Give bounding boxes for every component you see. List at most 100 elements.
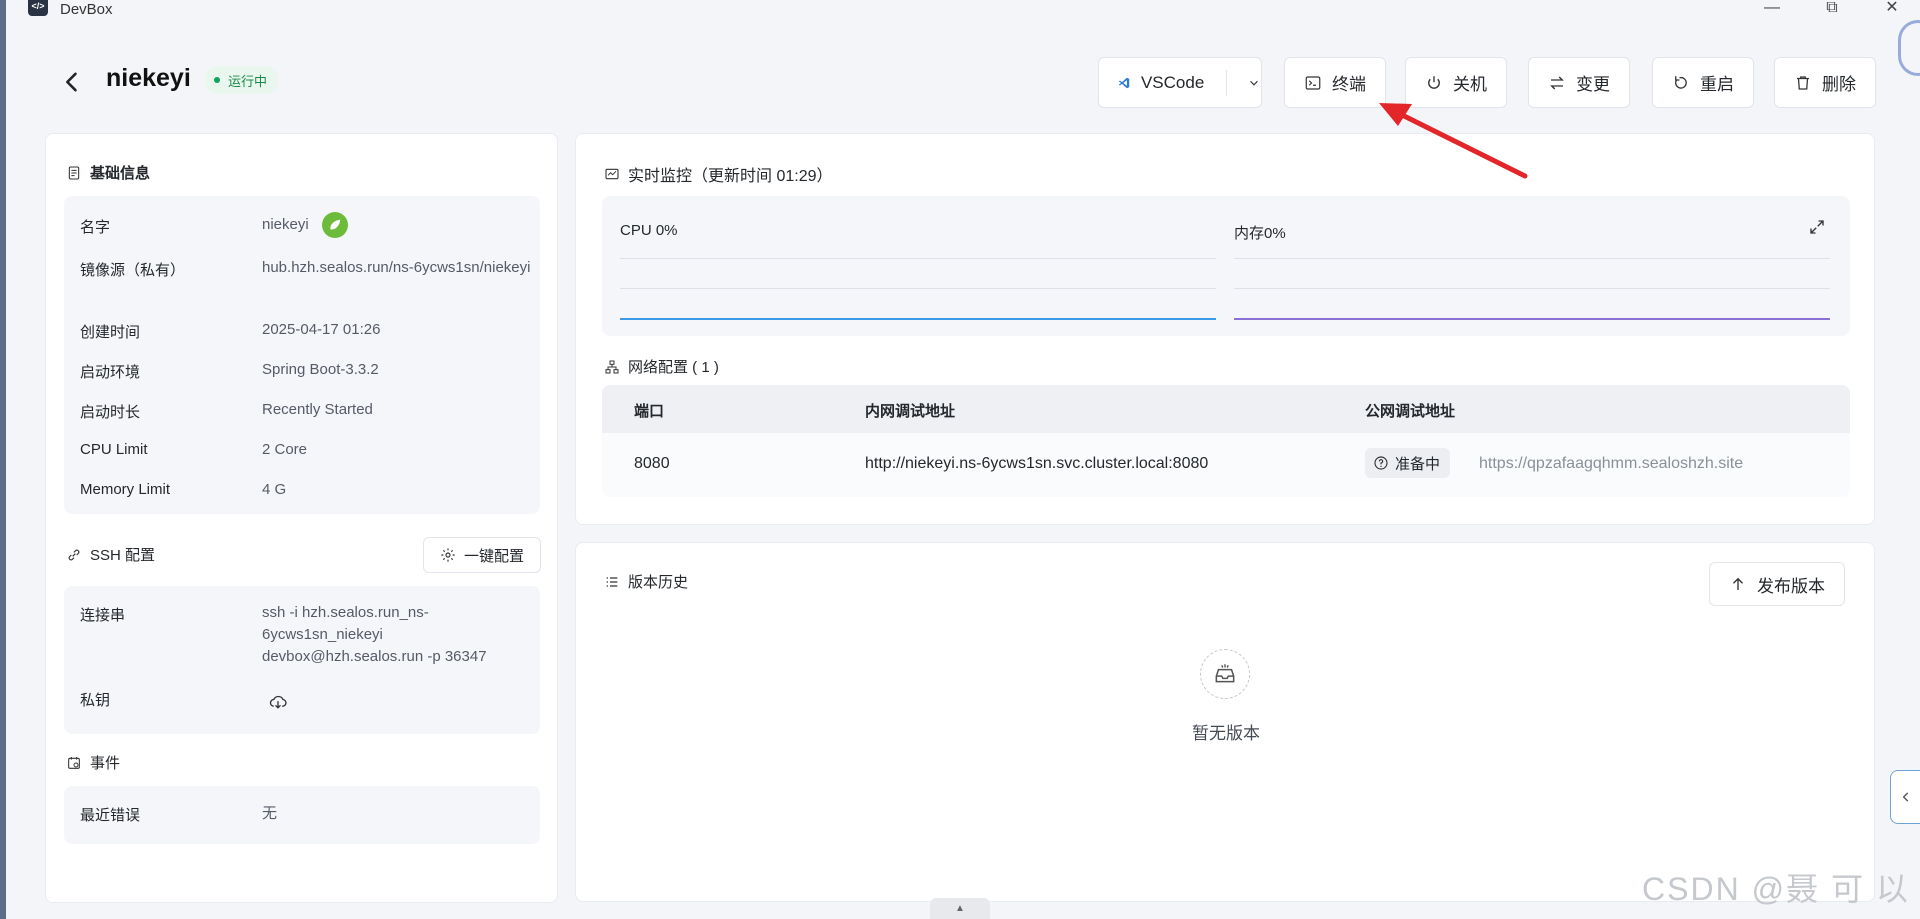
one-click-config-label: 一键配置 (463, 547, 524, 565)
basic-info-title: 基础信息 (66, 162, 150, 183)
page-title: niekeyi (106, 64, 191, 92)
change-button[interactable]: 变更 (1528, 57, 1630, 108)
version-history-title: 版本历史 (604, 571, 688, 592)
network-title: 网络配置 ( 1 ) (604, 356, 719, 377)
calendar-icon (68, 756, 80, 769)
chevron-left-icon (66, 72, 77, 92)
pending-status-text: 准备中 (1395, 455, 1441, 473)
connection-string-value[interactable]: ssh -i hzh.sealos.run_ns-6ycws1sn_niekey… (262, 602, 532, 668)
back-button[interactable] (58, 68, 86, 96)
events-info-box: 最近错误 无 (64, 786, 540, 844)
port-header: 端口 (634, 403, 665, 420)
info-panel: 基础信息 名字 niekeyi 镜像源（私有） hub.hzh.sealos.r… (45, 133, 558, 903)
network-icon (605, 360, 619, 373)
network-table-header: 端口 内网调试地址 公网调试地址 (602, 385, 1850, 433)
empty-state-text: 暂无版本 (1192, 724, 1260, 743)
app-title: DevBox (60, 1, 113, 18)
public-address-link[interactable]: https://qpzafaagqhmm.sealoshzh.site (1479, 455, 1743, 473)
internal-address-value[interactable]: http://niekeyi.ns-6ycws1sn.svc.cluster.l… (865, 455, 1208, 473)
help-circle-icon (1374, 456, 1388, 470)
cpu-gridline (620, 288, 1216, 289)
terminal-icon (1305, 75, 1321, 90)
trash-icon (1797, 75, 1809, 90)
port-value: 8080 (634, 455, 670, 472)
avatar[interactable] (1898, 20, 1920, 76)
connection-string-label: 连接串 (80, 607, 126, 624)
name-label: 名字 (80, 219, 111, 236)
network-title-text: 网络配置 ( 1 ) (628, 359, 719, 376)
env-label: 启动环境 (80, 364, 141, 381)
power-icon (1428, 75, 1440, 89)
terminal-label: 终端 (1332, 75, 1366, 94)
shutdown-label: 关机 (1453, 75, 1487, 94)
memory-limit-value: 4 G (262, 481, 287, 498)
memory-gridline (1234, 288, 1830, 289)
change-label: 变更 (1576, 75, 1610, 94)
document-icon (68, 165, 80, 180)
window-titlebar: </> DevBox — ⧉ ✕ (6, 0, 1920, 20)
basic-info-box: 名字 niekeyi 镜像源（私有） hub.hzh.sealos.run/ns… (64, 196, 540, 514)
memory-gridline (1234, 258, 1830, 259)
recent-error-label: 最近错误 (80, 807, 141, 824)
watermark-text: CSDN @聂 可 以 (1642, 871, 1910, 907)
version-history-label: 版本历史 (628, 574, 689, 591)
memory-chart-label: 内存0% (1234, 225, 1286, 242)
network-table: 端口 内网调试地址 公网调试地址 8080 http://niekeyi.ns-… (602, 385, 1850, 497)
ssh-label: SSH 配置 (90, 547, 156, 564)
public-address-header: 公网调试地址 (1365, 403, 1456, 420)
cloud-download-icon[interactable] (268, 692, 288, 716)
devbox-app-icon: </> (28, 0, 48, 16)
created-value: 2025-04-17 01:26 (262, 321, 381, 338)
monitor-panel: 实时监控（更新时间 01:29） CPU 0% 内存0% 网络配置 ( 1 ) … (575, 133, 1875, 525)
status-dot (214, 77, 220, 83)
restore-button[interactable]: ⧉ (1822, 0, 1842, 18)
ssh-title: SSH 配置 (66, 544, 155, 565)
cpu-limit-value: 2 Core (262, 441, 308, 458)
expand-icon[interactable] (1808, 218, 1826, 240)
side-panel-toggle[interactable] (1890, 770, 1920, 824)
memory-series-line (1234, 318, 1830, 320)
terminal-button[interactable]: 终端 (1284, 57, 1386, 108)
delete-label: 删除 (1822, 75, 1856, 94)
image-source-value: hub.hzh.sealos.run/ns-6ycws1sn/niekeyi (262, 259, 531, 276)
events-label: 事件 (90, 755, 121, 772)
restart-button[interactable]: 重启 (1652, 57, 1754, 108)
cpu-limit-label: CPU Limit (80, 441, 148, 458)
restart-icon (1675, 75, 1687, 89)
vscode-button[interactable]: VSCode (1098, 57, 1262, 108)
status-badge: 运行中 (204, 66, 280, 94)
cpu-series-line (620, 318, 1216, 320)
name-value: niekeyi (262, 216, 309, 233)
link-icon (68, 549, 80, 560)
minimize-button[interactable]: — (1762, 0, 1782, 18)
monitor-chart-box: CPU 0% 内存0% (602, 196, 1850, 336)
restart-label: 重启 (1700, 75, 1734, 94)
chevron-down-icon[interactable] (1247, 74, 1261, 92)
uptime-value: Recently Started (262, 401, 373, 418)
internal-address-header: 内网调试地址 (865, 403, 956, 420)
vscode-icon (1118, 77, 1130, 88)
cpu-chart-label: CPU 0% (620, 222, 678, 239)
version-history-panel: 版本历史 发布版本 暂无版本 (575, 542, 1875, 902)
publish-version-label: 发布版本 (1757, 576, 1825, 596)
status-text: 运行中 (228, 73, 268, 89)
private-key-label: 私钥 (80, 692, 111, 709)
one-click-config-button[interactable]: 一键配置 (423, 537, 541, 573)
button-divider (1226, 69, 1228, 96)
recent-error-value: 无 (262, 805, 278, 822)
events-title: 事件 (66, 752, 120, 773)
bottom-drawer-handle[interactable]: ▲ (930, 898, 990, 919)
vscode-label: VSCode (1140, 72, 1205, 92)
monitor-title-text: 实时监控（更新时间 01:29） (628, 168, 833, 185)
gear-icon (441, 548, 455, 562)
delete-button[interactable]: 删除 (1774, 57, 1876, 108)
arrow-up-icon (1733, 577, 1743, 590)
env-value: Spring Boot-3.3.2 (262, 361, 379, 378)
monitor-title: 实时监控（更新时间 01:29） (604, 162, 833, 186)
uptime-label: 启动时长 (80, 404, 141, 421)
empty-inbox-icon (1200, 649, 1250, 699)
publish-version-button[interactable]: 发布版本 (1709, 562, 1845, 606)
basic-info-label: 基础信息 (90, 165, 151, 182)
close-button[interactable]: ✕ (1882, 0, 1902, 18)
shutdown-button[interactable]: 关机 (1405, 57, 1507, 108)
